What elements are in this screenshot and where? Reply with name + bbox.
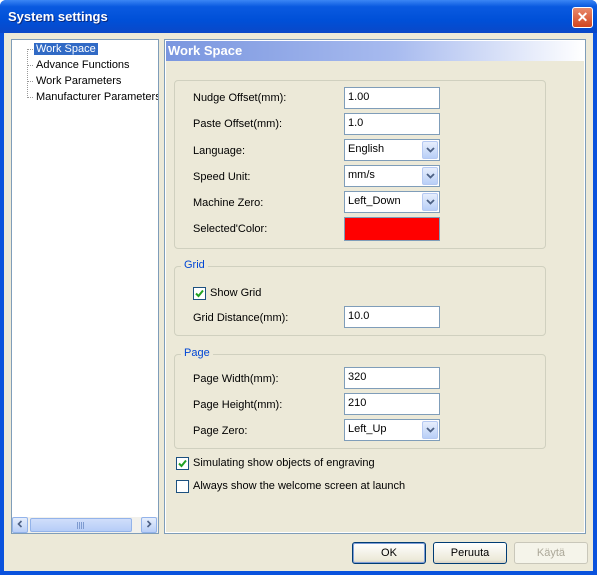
dialog-body: Work Space Advance Functions Work Parame… [4, 33, 593, 571]
tree-item-advance-functions[interactable]: Advance Functions [34, 58, 132, 73]
checkbox-box[interactable] [176, 457, 189, 470]
chevron-right-icon [146, 520, 152, 528]
chevron-down-icon [426, 199, 435, 205]
ok-button[interactable]: OK [352, 542, 426, 564]
checkbox-box[interactable] [176, 480, 189, 493]
grid-distance-label: Grid Distance(mm): [193, 312, 289, 324]
page-height-input[interactable]: 210 [344, 393, 440, 415]
window-title: System settings [8, 9, 108, 24]
chevron-down-icon [426, 147, 435, 153]
scroll-left-button[interactable] [12, 517, 28, 533]
page-width-input[interactable]: 320 [344, 367, 440, 389]
dropdown-button[interactable] [422, 167, 438, 185]
machine-zero-value: Left_Down [348, 195, 401, 207]
speed-unit-value: mm/s [348, 169, 375, 181]
grid-group: Grid Show Grid Grid Distance(mm): 10.0 [174, 259, 546, 336]
selected-color-label: Selected'Color: [193, 223, 268, 235]
checkmark-icon [178, 459, 187, 468]
paste-offset-label: Paste Offset(mm): [193, 118, 283, 130]
scroll-right-button[interactable] [141, 517, 157, 533]
title-bar[interactable]: System settings ✕ [0, 0, 597, 33]
tree-item-work-parameters[interactable]: Work Parameters [34, 74, 123, 89]
scroll-thumb[interactable] [30, 518, 132, 532]
simulating-label: Simulating show objects of engraving [193, 457, 375, 469]
tree-horizontal-scrollbar[interactable] [12, 517, 158, 533]
language-select[interactable]: English [344, 139, 440, 161]
chevron-down-icon [426, 427, 435, 433]
grip-icon [77, 522, 85, 529]
settings-tree[interactable]: Work Space Advance Functions Work Parame… [11, 39, 159, 534]
tree-connector [27, 49, 28, 98]
welcome-screen-label: Always show the welcome screen at launch [193, 480, 406, 492]
page-zero-value: Left_Up [348, 423, 387, 435]
close-icon: ✕ [576, 9, 589, 25]
checkmark-icon [195, 289, 204, 298]
machine-zero-label: Machine Zero: [193, 197, 264, 209]
tree-connector [27, 81, 33, 82]
chevron-left-icon [17, 520, 23, 528]
machine-zero-select[interactable]: Left_Down [344, 191, 440, 213]
grid-group-title: Grid [181, 259, 208, 271]
panel-content: Nudge Offset(mm): 1.00 Paste Offset(mm):… [166, 61, 584, 532]
tree-connector [27, 97, 33, 98]
page-zero-label: Page Zero: [193, 425, 248, 437]
general-group: Nudge Offset(mm): 1.00 Paste Offset(mm):… [174, 80, 546, 249]
dropdown-button[interactable] [422, 421, 438, 439]
paste-offset-input[interactable]: 1.0 [344, 113, 440, 135]
tree-connector [27, 49, 33, 50]
language-value: English [348, 143, 385, 155]
tree-connector [27, 65, 33, 66]
grid-distance-input[interactable]: 10.0 [344, 306, 440, 328]
page-height-label: Page Height(mm): [193, 399, 283, 411]
page-zero-select[interactable]: Left_Up [344, 419, 440, 441]
dropdown-button[interactable] [422, 193, 438, 211]
speed-unit-label: Speed Unit: [193, 171, 251, 183]
tree-item-manufacturer-parameters[interactable]: Manufacturer Parameters [34, 90, 158, 105]
system-settings-window: System settings ✕ Work Space Advance Fun… [0, 0, 597, 575]
tree-items: Work Space Advance Functions Work Parame… [12, 41, 158, 517]
page-group: Page Page Width(mm): 320 Page Height(mm)… [174, 347, 546, 449]
checkbox-box[interactable] [193, 287, 206, 300]
dropdown-button[interactable] [422, 141, 438, 159]
apply-button[interactable]: Käytä [514, 542, 588, 564]
settings-panel: Work Space Nudge Offset(mm): 1.00 Paste … [164, 39, 586, 534]
nudge-offset-input[interactable]: 1.00 [344, 87, 440, 109]
page-width-label: Page Width(mm): [193, 373, 279, 385]
cancel-button[interactable]: Peruuta [433, 542, 507, 564]
panel-header: Work Space [166, 41, 584, 61]
show-grid-label: Show Grid [210, 287, 262, 299]
language-label: Language: [193, 145, 245, 157]
chevron-down-icon [426, 173, 435, 179]
nudge-offset-label: Nudge Offset(mm): [193, 92, 287, 104]
speed-unit-select[interactable]: mm/s [344, 165, 440, 187]
close-button[interactable]: ✕ [572, 7, 593, 28]
selected-color-swatch[interactable] [344, 217, 440, 241]
page-group-title: Page [181, 347, 213, 359]
tree-item-work-space[interactable]: Work Space [34, 42, 98, 57]
